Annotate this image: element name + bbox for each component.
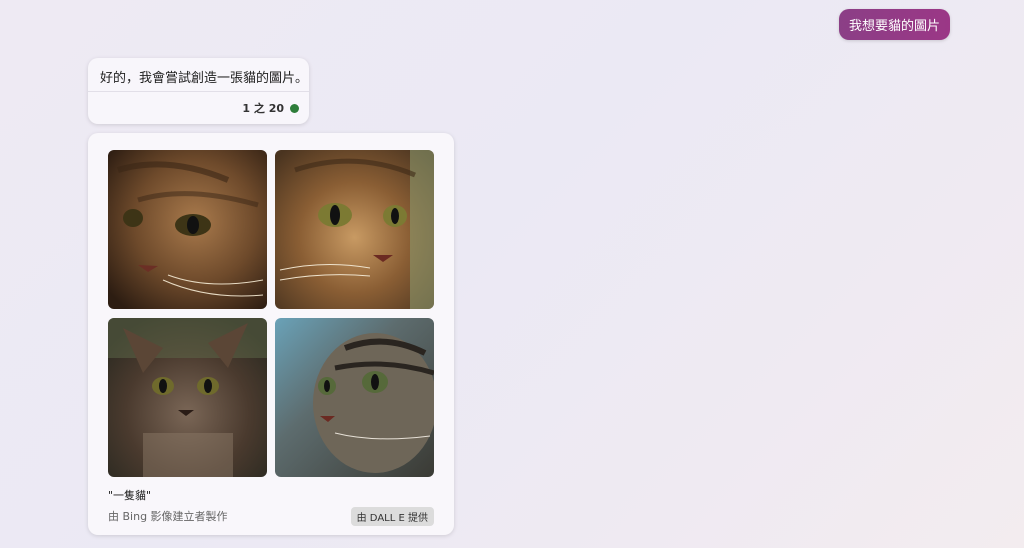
- status-dot-icon: [290, 103, 299, 113]
- dalle-badge: 由 DALL E 提供: [350, 507, 434, 526]
- generated-image-3[interactable]: [108, 318, 267, 477]
- user-message-bubble: 我想要貓的圖片: [839, 9, 950, 40]
- image-caption: "一隻貓": [108, 489, 152, 502]
- image-result-card: "一隻貓" 由 Bing 影像建立者製作 由 DALL E 提供: [88, 133, 454, 535]
- image-creator-credit[interactable]: 由 Bing 影像建立者製作: [108, 508, 228, 524]
- bot-message-text: 好的，我會嘗試創造一張貓的圖片。: [100, 71, 309, 86]
- generated-image-2[interactable]: [275, 150, 434, 309]
- bot-message-divider: [88, 91, 309, 92]
- user-message-text: 我想要貓的圖片: [848, 19, 940, 34]
- generated-image-4[interactable]: [275, 318, 434, 477]
- response-counter-text: 1 之 20: [242, 102, 284, 115]
- response-counter: 1 之 20: [242, 100, 299, 116]
- generated-image-1[interactable]: [108, 150, 267, 309]
- bot-message-bubble: 好的，我會嘗試創造一張貓的圖片。 1 之 20: [88, 58, 309, 124]
